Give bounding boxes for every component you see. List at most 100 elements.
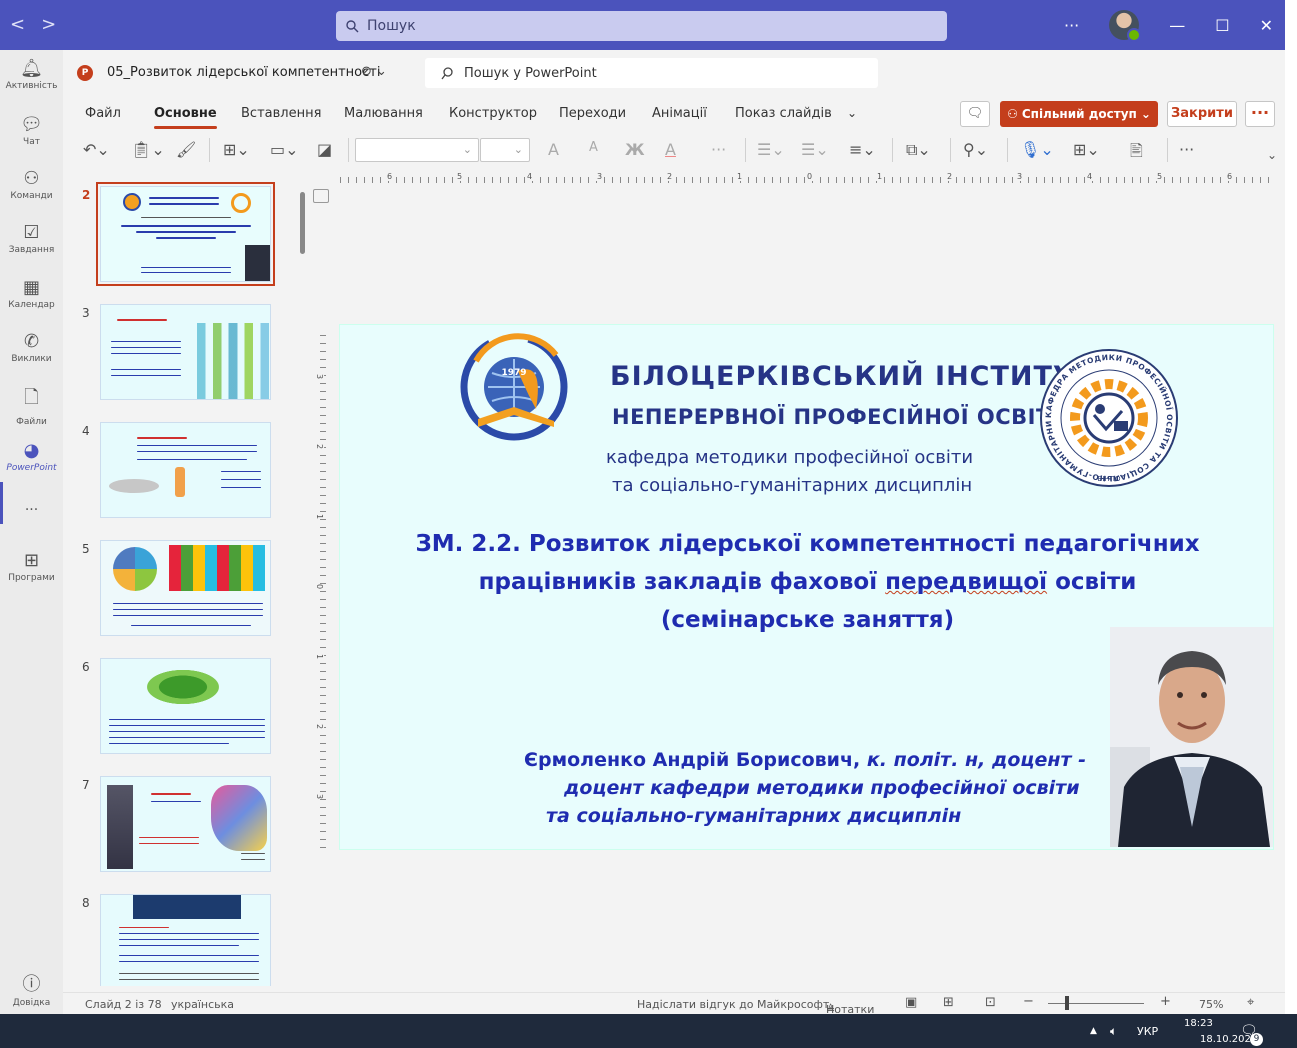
rail-item-help[interactable]: ⓘ Довідка	[0, 970, 63, 1008]
slide-thumbnail[interactable]	[100, 540, 271, 636]
zoom-slider-handle[interactable]	[1065, 996, 1069, 1010]
ribbon-expand-chevron-icon[interactable]: ⌄	[1267, 148, 1277, 162]
tab-animations[interactable]: Анімації	[652, 106, 707, 121]
tab-design[interactable]: Конструктор	[449, 106, 537, 121]
thumbnail-row[interactable]: 3	[63, 304, 311, 404]
sorter-view-icon[interactable]: ⊞	[943, 995, 954, 1010]
maximize-button[interactable]: ☐	[1215, 16, 1229, 35]
bullets-icon[interactable]: ☰⌄	[757, 140, 785, 159]
rail-item-activity[interactable]: 🔔︎ Активність	[0, 58, 63, 91]
zoom-level[interactable]: 75%	[1199, 998, 1223, 1011]
grow-font-button[interactable]: A	[548, 140, 559, 159]
seal-bottom-text: БІНПО	[1098, 475, 1121, 483]
tab-file[interactable]: Файл	[85, 106, 121, 121]
rail-item-files[interactable]: 🗋︎ Файли	[0, 385, 63, 427]
rail-item-chat[interactable]: 💬︎ Чат	[0, 114, 63, 147]
rail-item-powerpoint[interactable]: ◕ PowerPoint	[0, 440, 63, 473]
add-ins-icon[interactable]: ⊞⌄	[1073, 140, 1100, 159]
font-color-button[interactable]: A	[665, 140, 676, 159]
file-options-icon[interactable]: ⊘ ⌄	[361, 64, 387, 79]
ppt-search-input[interactable]: Пошук у PowerPoint	[425, 58, 878, 88]
undo-icon[interactable]: ↶⌄	[83, 140, 110, 159]
bold-button[interactable]: Ж	[625, 140, 645, 159]
tab-home[interactable]: Основне	[154, 106, 217, 129]
font-more-button[interactable]: ···	[711, 140, 726, 159]
thumbnail-row[interactable]: 2	[63, 182, 311, 286]
format-painter-icon[interactable]: 🖌︎	[176, 140, 196, 159]
shapes-icon[interactable]: ⧉⌄	[906, 140, 931, 160]
font-size-select[interactable]: ⌄	[480, 138, 530, 162]
more-options-icon[interactable]: ···	[1064, 16, 1079, 35]
logo-year: 1979	[501, 368, 526, 378]
rail-more-apps[interactable]: ···	[0, 502, 63, 518]
toolbar-separator	[950, 138, 951, 162]
close-file-button[interactable]: Закрити	[1167, 101, 1237, 127]
tab-draw[interactable]: Малювання	[344, 106, 423, 121]
rail-item-calls[interactable]: ✆ Виклики	[0, 331, 63, 364]
ruler-label: 0	[315, 583, 325, 590]
slideshow-view-icon[interactable]: ⊡	[985, 995, 996, 1010]
user-avatar[interactable]	[1109, 10, 1142, 42]
rail-item-apps[interactable]: ⊞ Програми	[0, 550, 63, 583]
volume-icon[interactable]: 🔈︎	[1110, 1024, 1117, 1039]
find-icon[interactable]: ⚲⌄	[963, 140, 988, 159]
slide-thumbnail[interactable]	[100, 894, 271, 986]
minimize-button[interactable]: —	[1169, 16, 1185, 35]
paste-icon[interactable]: 📋︎⌄	[131, 140, 165, 159]
close-window-button[interactable]: ✕	[1260, 16, 1273, 35]
slide-thumbnail[interactable]	[100, 422, 271, 518]
file-name[interactable]: 05_Розвиток лідерської компетентності	[107, 65, 380, 80]
rail-item-calendar[interactable]: ▦ Календар	[0, 277, 63, 310]
tab-slideshow[interactable]: Показ слайдів	[735, 106, 832, 121]
language-indicator[interactable]: українська	[171, 998, 234, 1011]
thumbnail-row[interactable]: 8	[63, 894, 311, 986]
rail-item-teams[interactable]: ⚇ Команди	[0, 168, 63, 201]
thumbnails-scrollbar[interactable]	[300, 192, 305, 254]
department-line-2: та соціально-гуманітарних дисциплін	[612, 475, 973, 496]
new-slide-icon[interactable]: ⊞⌄	[223, 140, 250, 159]
forward-icon[interactable]: >	[41, 14, 56, 35]
tab-insert[interactable]: Вставлення	[241, 106, 321, 121]
teams-search-input[interactable]: Пошук	[336, 11, 947, 41]
rail-label: Довідка	[12, 998, 51, 1008]
slide-thumbnail[interactable]	[100, 776, 271, 872]
slide-thumbnail[interactable]	[100, 658, 271, 754]
background-icon[interactable]: ◪	[317, 140, 332, 159]
font-family-select[interactable]: ⌄	[355, 138, 479, 162]
slide-thumbnail[interactable]	[100, 304, 271, 400]
align-icon[interactable]: ≡⌄	[849, 140, 876, 159]
more-options-button[interactable]: ···	[1245, 101, 1275, 127]
slide-thumbnail[interactable]	[96, 182, 275, 286]
normal-view-icon[interactable]: ▣	[905, 995, 917, 1010]
rail-item-tasks[interactable]: ☑ Завдання	[0, 222, 63, 255]
ruler-toggle-icon[interactable]	[313, 189, 329, 203]
numbering-icon[interactable]: ☰⌄	[801, 140, 829, 159]
zoom-slider-track[interactable]	[1048, 1003, 1144, 1004]
back-icon[interactable]: <	[10, 14, 25, 35]
clock-time[interactable]: 18:23	[1184, 1018, 1213, 1029]
toolbar-more-icon[interactable]: ···	[1179, 140, 1194, 159]
slide-canvas[interactable]: 1979 БІЛОЦЕРКІВСЬКИЙ ІНСТИТУТ НЕПЕРЕРВНО…	[339, 324, 1274, 850]
share-button[interactable]: ⚇ Спільний доступ ⌄	[1000, 101, 1158, 127]
input-language[interactable]: УКР	[1137, 1025, 1158, 1038]
zoom-out-button[interactable]: −	[1023, 994, 1034, 1009]
thumbnail-row[interactable]: 7	[63, 776, 311, 876]
tray-expand-icon[interactable]: ▲	[1090, 1026, 1097, 1036]
teams-search-placeholder: Пошук	[367, 18, 416, 34]
thumbnail-row[interactable]: 6	[63, 658, 311, 758]
thumbnail-row[interactable]: 4	[63, 422, 311, 522]
layout-icon[interactable]: ▭⌄	[270, 140, 299, 159]
fit-to-window-icon[interactable]: ⌖	[1247, 995, 1254, 1010]
zoom-in-button[interactable]: +	[1160, 994, 1171, 1009]
file-line: P 05_Розвиток лідерської компетентності …	[63, 50, 1285, 96]
author-position-line-2: та соціально-гуманітарних дисциплін	[546, 805, 962, 827]
toolbar-separator	[745, 138, 746, 162]
feedback-link[interactable]: Надіслати відгук до Майкрософт	[637, 998, 829, 1011]
tab-transitions[interactable]: Переходи	[559, 106, 626, 121]
shrink-font-button[interactable]: A	[589, 140, 598, 155]
thumbnail-row[interactable]: 5	[63, 540, 311, 640]
designer-icon[interactable]: 🖹︎	[1130, 140, 1143, 167]
comment-button[interactable]: 🗨︎	[960, 101, 990, 127]
dictate-microphone-icon[interactable]: 🎙︎⌄	[1020, 140, 1054, 159]
tabs-overflow-chevron-icon[interactable]: ⌄	[847, 106, 857, 120]
